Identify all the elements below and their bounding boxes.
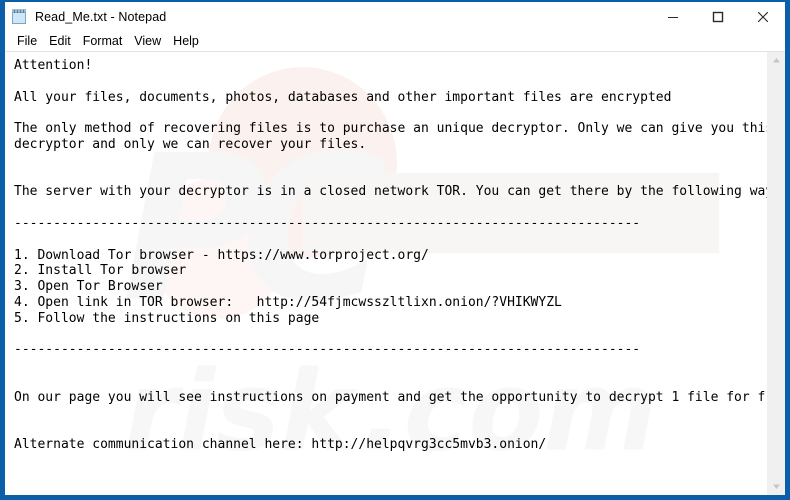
notepad-window: Read_Me.txt - Notepad File Edit Format V… <box>0 0 790 500</box>
menu-item-edit[interactable]: Edit <box>43 31 77 51</box>
menu-bar: File Edit Format View Help <box>5 31 785 52</box>
scrollbar-track[interactable] <box>768 69 785 478</box>
ransom-note-text[interactable]: Attention! All your files, documents, ph… <box>5 52 767 453</box>
notepad-icon <box>11 8 28 25</box>
window-title: Read_Me.txt - Notepad <box>35 9 167 24</box>
scroll-down-arrow-icon[interactable] <box>768 478 785 495</box>
text-pane[interactable]: P C risk .com Attention! All your files,… <box>5 52 767 495</box>
minimize-button[interactable] <box>650 2 695 31</box>
close-button[interactable] <box>740 2 785 31</box>
menu-item-help[interactable]: Help <box>167 31 205 51</box>
menu-item-file[interactable]: File <box>11 31 43 51</box>
content-area: P C risk .com Attention! All your files,… <box>5 52 785 495</box>
menu-item-format[interactable]: Format <box>77 31 129 51</box>
titlebar-left: Read_Me.txt - Notepad <box>5 8 650 25</box>
window-controls <box>650 2 785 31</box>
title-bar[interactable]: Read_Me.txt - Notepad <box>5 2 785 31</box>
maximize-button[interactable] <box>695 2 740 31</box>
vertical-scrollbar[interactable] <box>767 52 785 495</box>
menu-item-view[interactable]: View <box>128 31 167 51</box>
scroll-up-arrow-icon[interactable] <box>768 52 785 69</box>
